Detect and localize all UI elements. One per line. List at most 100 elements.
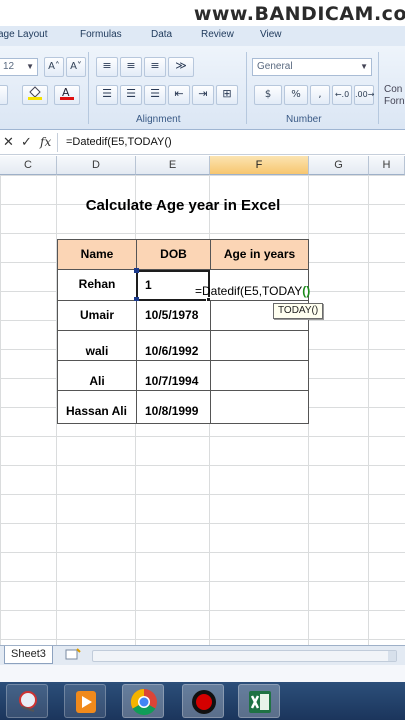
decrease-decimal-icon: .00→	[355, 90, 375, 99]
shrink-font-button[interactable]: A˅	[66, 57, 86, 77]
align-top-button[interactable]: ≡	[96, 57, 118, 77]
comma-icon: ,	[318, 89, 322, 100]
scrollbar-end[interactable]	[388, 651, 396, 661]
status-bar	[0, 665, 405, 682]
conditional-formatting-button[interactable]: Con Forn	[384, 84, 405, 108]
currency-button[interactable]: $	[254, 85, 282, 105]
bandicam-watermark: www.BANDICAM.co	[0, 0, 405, 26]
align-right-icon: ☰	[150, 87, 160, 100]
ribbon-tab-bar: age Layout Formulas Data Review View	[0, 26, 405, 46]
formula-bar-divider	[57, 133, 58, 152]
insert-sheet-icon[interactable]	[64, 648, 82, 662]
ribbon-separator	[246, 52, 247, 124]
column-header-d[interactable]: D	[57, 156, 136, 175]
cell-name-wali[interactable]: wali	[57, 331, 137, 361]
tab-review[interactable]: Review	[201, 29, 234, 40]
cancel-icon[interactable]: ✕	[3, 135, 14, 150]
taskbar-snipping-tool[interactable]	[6, 684, 48, 718]
cell-dob-hassan-ali[interactable]: 10/8/1999	[136, 391, 211, 424]
column-header-h[interactable]: H	[369, 156, 405, 175]
grow-font-button[interactable]: A˄	[44, 57, 64, 77]
taskbar-media-player[interactable]	[64, 684, 106, 718]
cell-name-ali[interactable]: Ali	[57, 361, 137, 391]
chevron-down-icon: ▼	[26, 62, 34, 71]
cell-age-hassan-ali[interactable]	[210, 391, 309, 424]
cell-name-rehan[interactable]: Rehan	[57, 270, 137, 301]
sheet-tab-bar: Sheet3	[0, 645, 405, 665]
align-center-button[interactable]: ☰	[120, 85, 142, 105]
function-tooltip[interactable]: TODAY()	[273, 303, 324, 319]
column-header-g[interactable]: G	[309, 156, 369, 175]
taskbar-bandicam[interactable]	[182, 684, 224, 718]
formula-bar: ✕ ✓ fx =Datedif(E5,TODAY()	[0, 131, 405, 155]
fill-color-button[interactable]	[22, 85, 48, 105]
align-bottom-button[interactable]: ≡	[144, 57, 166, 77]
tab-view[interactable]: View	[260, 29, 282, 40]
align-middle-button[interactable]: ≡	[120, 57, 142, 77]
font-size-value: 12	[3, 61, 15, 72]
header-cell-age[interactable]: Age in years	[210, 239, 309, 270]
comma-button[interactable]: ,	[310, 85, 330, 105]
shrink-font-icon: A˅	[70, 61, 82, 72]
header-cell-name[interactable]: Name	[57, 239, 137, 270]
cell-dob-wali[interactable]: 10/6/1992	[136, 331, 211, 361]
borders-button[interactable]	[0, 85, 8, 105]
ribbon: 12 ▼ A˄ A˅ A ≡ ≡ ≡ ≫ ☰ ☰ ☰ ⇤ ⇥ ⊞ Alignme…	[0, 46, 405, 130]
gridline	[368, 175, 369, 645]
enter-icon[interactable]: ✓	[21, 135, 32, 150]
column-header-c[interactable]: C	[0, 156, 57, 175]
decrease-decimal-button[interactable]: .00→	[354, 85, 374, 105]
paint-bucket-icon	[28, 86, 42, 100]
taskbar-chrome[interactable]	[122, 684, 164, 718]
range-reference-marker	[134, 268, 139, 273]
increase-indent-icon: ⇥	[198, 87, 208, 100]
currency-icon: $	[264, 89, 272, 100]
in-cell-formula-editor[interactable]: =Datedif(E5,TODAY()	[195, 284, 310, 298]
number-group-label: Number	[286, 114, 322, 125]
column-header-f[interactable]: F	[210, 156, 309, 175]
cell-age-ali[interactable]	[210, 361, 309, 391]
formula-input[interactable]: =Datedif(E5,TODAY()	[66, 136, 172, 148]
font-color-button[interactable]: A	[54, 85, 80, 105]
font-color-icon: A	[60, 86, 74, 100]
header-cell-dob[interactable]: DOB	[136, 239, 211, 270]
tab-data[interactable]: Data	[151, 29, 172, 40]
percent-icon: %	[291, 89, 301, 100]
decrease-indent-button[interactable]: ⇤	[168, 85, 190, 105]
percent-button[interactable]: %	[284, 85, 308, 105]
increase-decimal-icon: ←.0	[334, 90, 350, 99]
merge-center-button[interactable]: ⊞	[216, 85, 238, 105]
merge-icon: ⊞	[222, 87, 232, 100]
horizontal-scrollbar[interactable]	[92, 650, 397, 662]
align-left-icon: ☰	[102, 87, 112, 100]
cell-dob-umair[interactable]: 10/5/1978	[136, 301, 211, 331]
taskbar	[0, 682, 405, 720]
increase-decimal-button[interactable]: ←.0	[332, 85, 352, 105]
in-cell-formula-paren: ()	[302, 284, 311, 298]
grow-font-icon: A˄	[48, 61, 60, 72]
insert-function-icon[interactable]: fx	[40, 135, 51, 149]
align-middle-icon: ≡	[126, 59, 136, 72]
cell-name-hassan-ali[interactable]: Hassan Ali	[57, 391, 137, 424]
taskbar-excel[interactable]	[238, 684, 280, 718]
number-format-dropdown[interactable]: General ▼	[252, 58, 372, 76]
sheet-title: Calculate Age year in Excel	[85, 197, 281, 214]
tab-page-layout[interactable]: age Layout	[0, 29, 48, 40]
ribbon-separator	[378, 52, 379, 124]
increase-indent-button[interactable]: ⇥	[192, 85, 214, 105]
snipping-tool-icon	[19, 691, 37, 712]
cell-age-wali[interactable]	[210, 331, 309, 361]
cell-name-umair[interactable]: Umair	[57, 301, 137, 331]
media-player-icon	[76, 691, 96, 713]
orientation-button[interactable]: ≫	[168, 57, 194, 77]
column-header-e[interactable]: E	[136, 156, 210, 175]
font-size-dropdown[interactable]: 12 ▼	[0, 58, 38, 76]
cell-dob-rehan[interactable]: 1	[137, 271, 193, 299]
orientation-icon: ≫	[175, 59, 187, 72]
align-left-button[interactable]: ☰	[96, 85, 118, 105]
sheet-tab-sheet3[interactable]: Sheet3	[4, 646, 53, 664]
align-right-button[interactable]: ☰	[144, 85, 166, 105]
cell-dob-ali[interactable]: 10/7/1994	[136, 361, 211, 391]
tab-formulas[interactable]: Formulas	[80, 29, 122, 40]
decrease-indent-icon: ⇤	[174, 87, 184, 100]
